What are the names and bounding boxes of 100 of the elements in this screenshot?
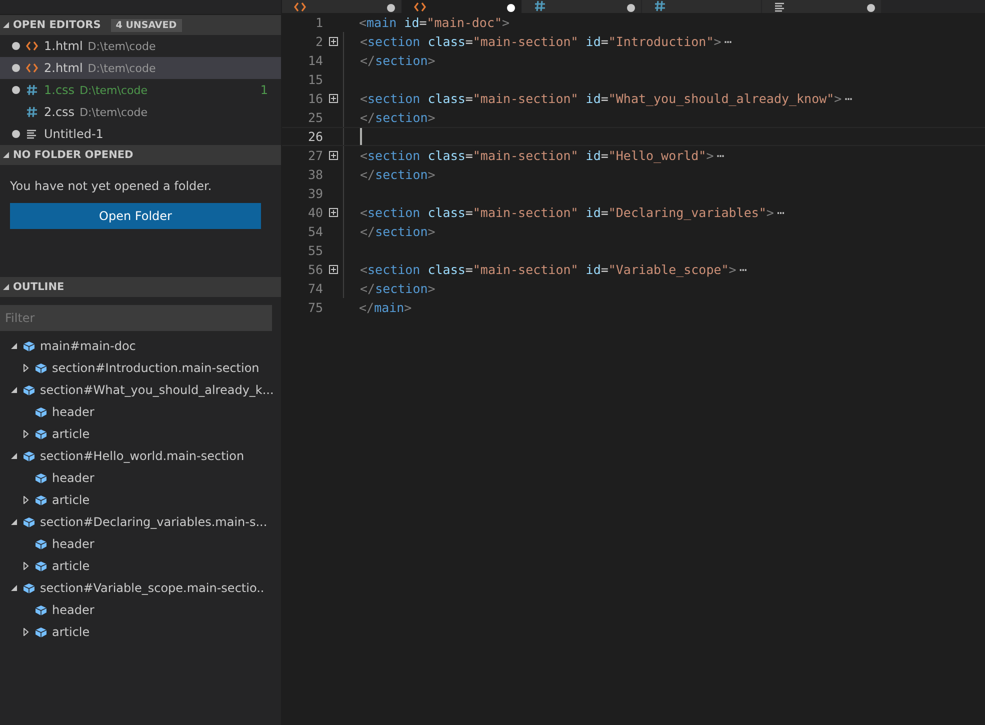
expanded-triangle-icon[interactable] xyxy=(10,386,18,394)
cube-icon xyxy=(35,406,47,418)
cube-icon xyxy=(23,516,35,528)
cube-icon xyxy=(23,582,35,594)
file-name: Untitled-1 xyxy=(44,127,104,141)
expand-plus-icon[interactable] xyxy=(328,37,338,46)
line-number: 16 xyxy=(306,91,323,106)
code-line: <section class="main-section" id="Introduction"> xyxy=(360,34,722,49)
code-line: </section> xyxy=(360,53,436,68)
editor-tab[interactable] xyxy=(282,0,402,13)
text-cursor xyxy=(360,128,362,145)
file-name: 2.css xyxy=(44,105,75,119)
unsaved-count-badge: 4 UNSAVED xyxy=(110,18,182,32)
outline-item[interactable]: article xyxy=(0,621,281,643)
expand-plus-icon[interactable] xyxy=(328,265,338,274)
outline-item[interactable]: section#Variable_scope.main-sectio.. xyxy=(0,577,281,599)
expand-plus-icon[interactable] xyxy=(328,208,338,217)
cube-icon xyxy=(35,604,47,616)
section-header[interactable]: OPEN EDITORS 4 UNSAVED xyxy=(0,15,281,35)
outline-item[interactable]: header xyxy=(0,533,281,555)
code-line: <section class="main-section" id="What_you_should_already_know"> xyxy=(360,91,842,106)
section-title: NO FOLDER OPENED xyxy=(13,149,134,161)
outline-item[interactable]: article xyxy=(0,423,281,445)
folded-ellipsis[interactable]: ⋯ xyxy=(716,148,724,163)
cube-icon xyxy=(23,384,35,396)
line-number: 75 xyxy=(306,300,323,315)
filter-field[interactable]: Filter xyxy=(0,305,272,331)
expanded-triangle-icon xyxy=(3,284,9,290)
open-folder-button[interactable]: Open Folder xyxy=(10,203,261,229)
outline-item[interactable]: section#What_you_should_already_k... xyxy=(0,379,281,401)
open-editor-item[interactable]: Untitled-1 xyxy=(0,123,281,145)
cube-icon xyxy=(35,560,47,572)
line-number: 26 xyxy=(306,129,323,144)
editor-tab[interactable] xyxy=(522,0,642,13)
collapsed-triangle-icon[interactable] xyxy=(22,562,30,570)
expanded-triangle-icon xyxy=(3,152,9,158)
code-brackets-icon xyxy=(414,2,426,12)
code-line: </section> xyxy=(360,110,436,125)
collapsed-triangle-icon[interactable] xyxy=(22,364,30,372)
folded-ellipsis[interactable]: ⋯ xyxy=(776,205,784,220)
file-path: D:\tem\code xyxy=(88,62,156,74)
line-number: 2 xyxy=(314,34,323,49)
expanded-triangle-icon[interactable] xyxy=(10,584,18,592)
outline-item[interactable]: section#Introduction.main-section xyxy=(0,357,281,379)
cube-icon xyxy=(35,626,47,638)
editor-tab[interactable] xyxy=(762,0,882,13)
open-editor-item[interactable]: 1.css D:\tem\code 1 xyxy=(0,79,281,101)
collapsed-triangle-icon[interactable] xyxy=(22,628,30,636)
outline-item[interactable]: main#main-doc xyxy=(0,335,281,357)
outline-item[interactable]: section#Hello_world.main-section xyxy=(0,445,281,467)
outline-item[interactable]: header xyxy=(0,599,281,621)
file-path: D:\tem\code xyxy=(80,84,148,96)
line-number: 56 xyxy=(306,262,323,277)
outline-item[interactable]: article xyxy=(0,489,281,511)
line-number: 54 xyxy=(306,224,323,239)
expanded-triangle-icon[interactable] xyxy=(10,518,18,526)
code-brackets-icon xyxy=(26,41,38,51)
outline-item[interactable]: article xyxy=(0,555,281,577)
expanded-triangle-icon[interactable] xyxy=(10,452,18,460)
outline-item[interactable]: section#Declaring_variables.main-s... xyxy=(0,511,281,533)
section-title: OUTLINE xyxy=(13,281,64,293)
expanded-triangle-icon[interactable] xyxy=(10,342,18,350)
file-name: 2.html xyxy=(44,61,83,75)
outline-item[interactable]: header xyxy=(0,467,281,489)
folded-ellipsis[interactable]: ⋯ xyxy=(739,262,747,277)
line-number: 39 xyxy=(306,186,323,201)
file-path: D:\tem\code xyxy=(80,106,148,118)
open-editor-item[interactable]: 1.html D:\tem\code xyxy=(0,35,281,57)
line-number: 15 xyxy=(306,72,323,87)
cube-icon xyxy=(35,538,47,550)
line-number: 14 xyxy=(306,53,323,68)
code-line: </section> xyxy=(360,224,436,239)
open-editor-item[interactable]: 2.css D:\tem\code xyxy=(0,101,281,123)
code-line: <section class="main-section" id="Variable_scope"> xyxy=(360,262,736,277)
hash-icon xyxy=(654,0,666,12)
collapsed-triangle-icon[interactable] xyxy=(22,430,30,438)
section-header[interactable]: OUTLINE xyxy=(0,277,281,297)
cube-icon xyxy=(35,362,47,374)
file-name: 1.html xyxy=(44,39,83,53)
cube-icon xyxy=(35,428,47,440)
code-line: <section class="main-section" id="Declaring_variables"> xyxy=(360,205,774,220)
folded-ellipsis[interactable]: ⋯ xyxy=(844,91,852,106)
cube-icon xyxy=(35,472,47,484)
outline-item[interactable]: header xyxy=(0,401,281,423)
expanded-triangle-icon xyxy=(3,22,9,28)
expand-plus-icon[interactable] xyxy=(328,151,338,160)
cube-icon xyxy=(23,340,35,352)
code-line: </section> xyxy=(360,281,436,296)
editor-tab[interactable] xyxy=(402,0,522,13)
collapsed-triangle-icon[interactable] xyxy=(22,496,30,504)
section-title: OPEN EDITORS xyxy=(13,19,101,31)
folded-ellipsis[interactable]: ⋯ xyxy=(724,34,732,49)
section-header[interactable]: NO FOLDER OPENED xyxy=(0,145,281,165)
code-brackets-icon xyxy=(26,63,38,73)
hash-icon xyxy=(26,106,38,118)
problem-count: 1 xyxy=(260,83,268,97)
expand-plus-icon[interactable] xyxy=(328,94,338,103)
open-editor-item[interactable]: 2.html D:\tem\code xyxy=(0,57,281,79)
code-line: <main id="main-doc"> xyxy=(359,15,510,30)
code-line: </section> xyxy=(360,167,436,182)
